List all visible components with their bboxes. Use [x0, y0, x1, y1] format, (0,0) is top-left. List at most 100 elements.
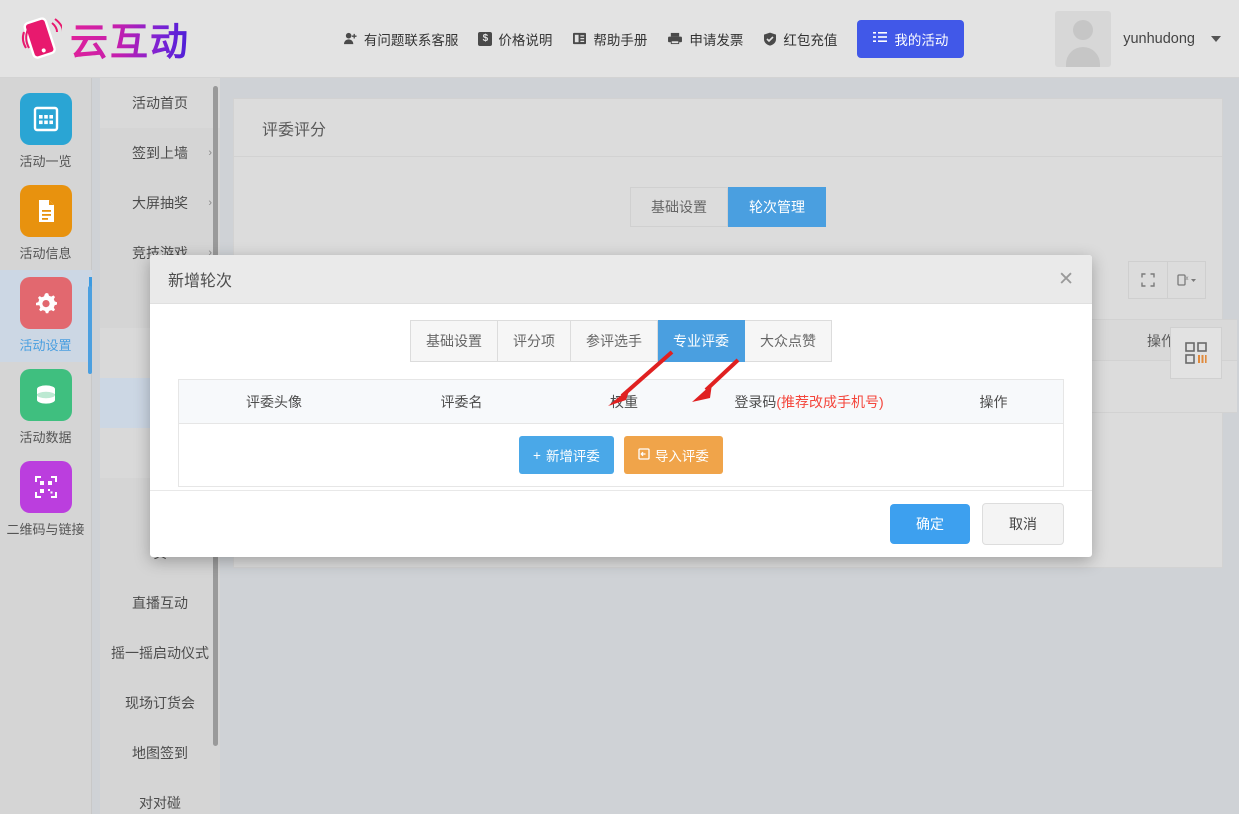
nav-label: 红包充值 — [783, 32, 838, 48]
top-header: 云互动 有问题联系客服 $ 价格说明 帮助手册 申请发票 红包充值 我的活动 y… — [0, 0, 1239, 78]
column-weight: 权重 — [610, 393, 638, 410]
chevron-right-icon: › — [208, 197, 212, 209]
subnav-label: 活动首页 — [132, 95, 188, 111]
column-filter-icon[interactable]: x — [1167, 262, 1205, 298]
column-judge-avatar: 评委头像 — [246, 393, 302, 410]
nav-apply-invoice[interactable]: 申请发票 — [667, 29, 743, 49]
tab-label: 专业评委 — [673, 333, 729, 349]
add-round-dialog: 新增轮次 ✕ 基础设置 评分项 参评选手 专业评委 大众点赞 评委头像 评委名 … — [150, 255, 1092, 557]
page-title-text: 评委评分 — [262, 121, 327, 139]
nav-contact-support[interactable]: 有问题联系客服 — [343, 29, 459, 49]
subnav-label: 现场订货会 — [125, 695, 195, 711]
rail-item-activity-info[interactable]: 活动信息 — [0, 178, 92, 270]
judges-table: 评委头像 评委名 权重 登录码(推荐改成手机号) 操作 + 新增评委 导入评委 — [178, 379, 1064, 487]
user-menu[interactable]: yunhudong — [1055, 10, 1239, 67]
judges-table-body: + 新增评委 导入评委 — [179, 424, 1063, 486]
nav-pricing[interactable]: $ 价格说明 — [478, 29, 552, 49]
subnav-item-matching-game[interactable]: 对对碰 — [100, 778, 220, 814]
my-activity-label: 我的活动 — [894, 32, 949, 48]
import-judge-label: 导入评委 — [654, 449, 709, 464]
tab-label: 评分项 — [513, 333, 555, 349]
tab-public-likes[interactable]: 大众点赞 — [745, 320, 832, 362]
subnav-item-live-interaction[interactable]: 直播互动 — [100, 578, 220, 628]
tab-label: 参评选手 — [586, 333, 642, 349]
dialog-tabs: 基础设置 评分项 参评选手 专业评委 大众点赞 — [178, 320, 1064, 362]
avatar — [1055, 10, 1112, 67]
rail-label: 活动数据 — [19, 430, 72, 445]
close-icon[interactable]: ✕ — [1058, 270, 1074, 289]
rail-scroll-indicator[interactable] — [88, 286, 92, 374]
chevron-right-icon: › — [208, 147, 212, 159]
rail-item-activity-settings[interactable]: 活动设置 — [0, 270, 92, 362]
phone-shake-icon — [18, 14, 64, 64]
subnav-item-map-signin[interactable]: 地图签到 — [100, 728, 220, 778]
grid-layout-icon[interactable] — [1170, 327, 1222, 379]
subnav-label: 地图签到 — [132, 745, 188, 761]
rail-item-qrcode-link[interactable]: 二维码与链接 — [0, 454, 92, 546]
judges-table-header: 评委头像 评委名 权重 登录码(推荐改成手机号) 操作 — [179, 380, 1063, 424]
confirm-label: 确定 — [916, 516, 944, 532]
rail-label: 二维码与链接 — [6, 522, 85, 537]
username: yunhudong — [1123, 30, 1195, 47]
subnav-item-shake-ceremony[interactable]: 摇一摇启动仪式 — [100, 628, 220, 678]
tab-label: 大众点赞 — [760, 333, 816, 349]
segment-tabs: 基础设置 轮次管理 — [234, 187, 1222, 227]
import-judge-button[interactable]: 导入评委 — [623, 436, 723, 474]
dialog-header: 新增轮次 ✕ — [150, 255, 1092, 304]
shield-check-icon — [763, 32, 777, 46]
nav-label: 有问题联系客服 — [363, 32, 459, 48]
subnav-item-onsite-ordering[interactable]: 现场订货会 — [100, 678, 220, 728]
gear-icon — [19, 277, 72, 329]
svg-text:x: x — [1185, 276, 1188, 282]
add-judge-button[interactable]: + 新增评委 — [519, 436, 614, 474]
dialog-footer: 确定 取消 — [150, 490, 1092, 557]
rail-item-activity-list[interactable]: 活动一览 — [0, 86, 92, 178]
subnav-label: 大屏抽奖 — [132, 195, 188, 211]
nav-redpacket-recharge[interactable]: 红包充值 — [763, 29, 837, 49]
page-title: 评委评分 — [234, 99, 1222, 157]
database-icon — [19, 369, 72, 421]
segment-label: 轮次管理 — [749, 199, 805, 215]
table-tools: x — [1128, 261, 1206, 299]
column-login-code: 登录码(推荐改成手机号) — [694, 392, 924, 412]
qrcode-icon — [19, 461, 72, 513]
my-activity-button[interactable]: 我的活动 — [857, 19, 965, 58]
segment-label: 基础设置 — [651, 199, 707, 215]
import-icon — [638, 447, 650, 463]
tab-professional-judges[interactable]: 专业评委 — [658, 320, 745, 362]
logo[interactable]: 云互动 — [0, 11, 222, 66]
segment-round-management[interactable]: 轮次管理 — [728, 187, 826, 227]
subnav-label: 签到上墙 — [132, 145, 188, 161]
segment-basic-settings[interactable]: 基础设置 — [630, 187, 728, 227]
logo-text: 云互动 — [70, 11, 190, 66]
plus-icon: + — [533, 447, 541, 463]
rail-item-activity-data[interactable]: 活动数据 — [0, 362, 92, 454]
nav-label: 申请发票 — [689, 32, 744, 48]
subnav-item-big-screen-lottery[interactable]: 大屏抽奖 › — [100, 178, 220, 228]
tab-scoring-items[interactable]: 评分项 — [498, 320, 571, 362]
login-code-hint: (推荐改成手机号) — [776, 393, 884, 410]
column-judge-name: 评委名 — [440, 393, 483, 410]
header-nav: 有问题联系客服 $ 价格说明 帮助手册 申请发票 红包充值 我的活动 — [262, 19, 1045, 58]
dollar-square-icon: $ — [478, 31, 493, 46]
cancel-button[interactable]: 取消 — [982, 503, 1064, 545]
printer-icon — [667, 32, 683, 45]
tab-basic-settings[interactable]: 基础设置 — [410, 320, 498, 362]
subnav-label: 摇一摇启动仪式 — [111, 645, 209, 661]
chevron-down-icon — [1211, 35, 1221, 42]
login-code-label: 登录码 — [734, 393, 777, 410]
column-operation: 操作 — [979, 393, 1008, 410]
subnav-label: 直播互动 — [132, 595, 188, 611]
confirm-button[interactable]: 确定 — [890, 504, 970, 544]
nav-help-manual[interactable]: 帮助手册 — [572, 29, 647, 49]
grid-icon — [19, 93, 72, 145]
document-icon — [19, 185, 72, 237]
subnav-item-signin-wall[interactable]: 签到上墙 › — [100, 128, 220, 178]
subnav-item-home[interactable]: 活动首页 — [100, 78, 220, 128]
list-icon — [873, 31, 888, 46]
tab-contestants[interactable]: 参评选手 — [571, 320, 658, 362]
dialog-body: 基础设置 评分项 参评选手 专业评委 大众点赞 评委头像 评委名 权重 登录码(… — [150, 304, 1092, 487]
tab-label: 基础设置 — [426, 333, 482, 349]
fullscreen-icon[interactable] — [1129, 262, 1167, 298]
book-icon — [572, 32, 587, 45]
